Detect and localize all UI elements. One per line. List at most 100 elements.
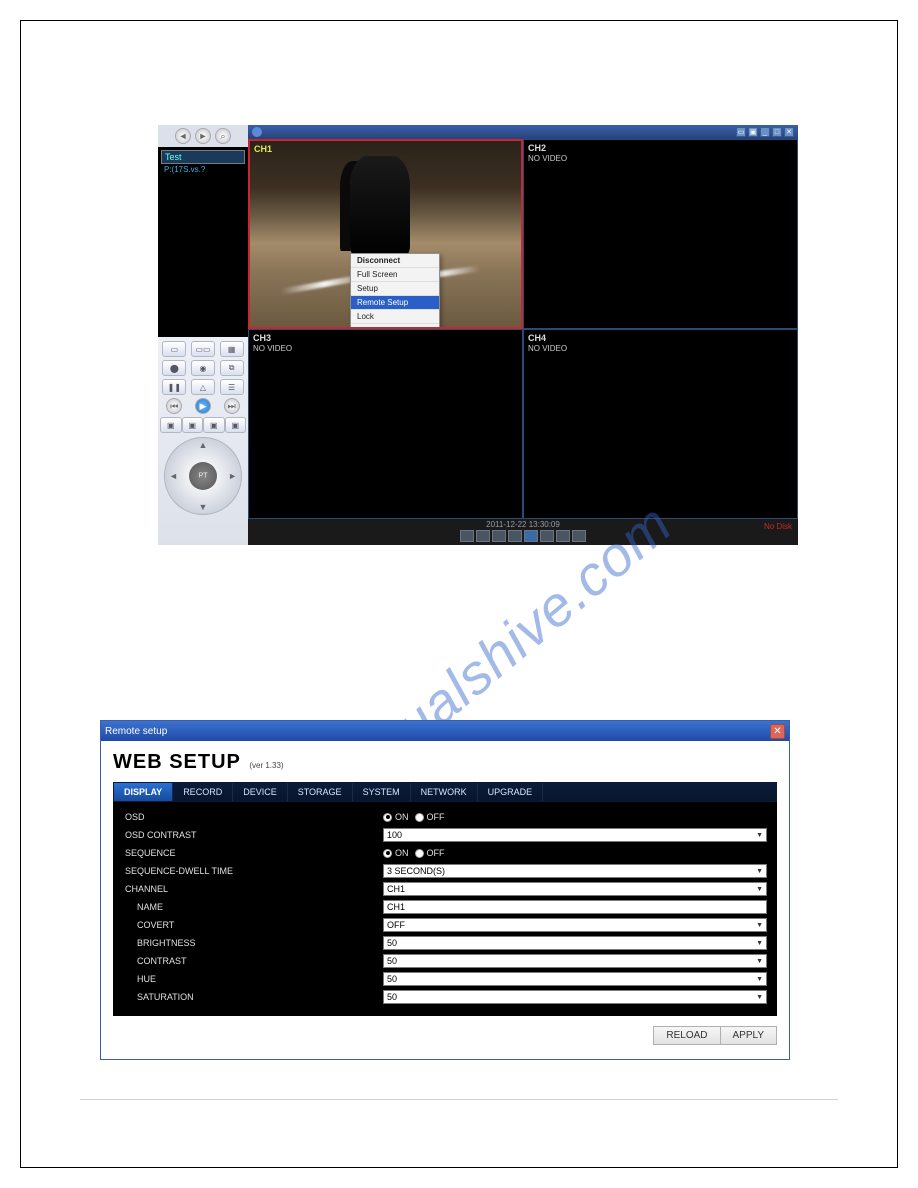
page-content: ◄ ► ⌕ Test P:(17S.vs.? ▭ ▭▭ ▦ ⬤ ◉ ⧉	[40, 40, 878, 1148]
tab-system[interactable]: SYSTEM	[353, 783, 411, 801]
channel-cell-3[interactable]: CH3 NO VIDEO	[248, 329, 523, 519]
control-button[interactable]: ▭▭	[191, 341, 215, 357]
window-button[interactable]: ▭	[736, 127, 746, 137]
ptz-control[interactable]: PT ▲ ▼ ◄ ►	[164, 437, 242, 515]
layout-button[interactable]	[556, 530, 570, 542]
covert-select[interactable]: OFF▼	[383, 918, 767, 932]
record-button[interactable]: ⬤	[162, 360, 186, 376]
tree-item[interactable]: P:(17S.vs.?	[161, 164, 245, 175]
pause-button[interactable]: ❚❚	[162, 379, 186, 395]
prev-button[interactable]: ⏮	[166, 398, 182, 414]
radio-on[interactable]: ON	[383, 848, 409, 858]
row-contrast: CONTRAST 50▼	[113, 952, 777, 970]
ptz-up-icon[interactable]: ▲	[199, 440, 208, 450]
channel-label: CH1	[254, 144, 272, 154]
chevron-down-icon: ▼	[756, 940, 763, 947]
chevron-down-icon: ▼	[756, 886, 763, 893]
remote-setup-title: Remote setup	[105, 726, 167, 737]
channel-cell-2[interactable]: CH2 NO VIDEO	[523, 139, 798, 329]
tab-storage[interactable]: STORAGE	[288, 783, 353, 801]
play-button[interactable]: ▶	[195, 398, 211, 414]
layout-button[interactable]	[572, 530, 586, 542]
window-button[interactable]: ▣	[748, 127, 758, 137]
chevron-down-icon: ▼	[756, 868, 763, 875]
chevron-down-icon: ▼	[756, 922, 763, 929]
maximize-icon[interactable]: □	[772, 127, 782, 137]
brightness-select[interactable]: 50▼	[383, 936, 767, 950]
row-saturation: SATURATION 50▼	[113, 988, 777, 1006]
apply-button[interactable]: APPLY	[721, 1026, 778, 1045]
cms-bottombar: No Disk 2011-12-22 13:30:09	[248, 519, 798, 545]
label-seq-dwell: SEQUENCE-DWELL TIME	[113, 866, 383, 876]
version-text: (ver 1.33)	[249, 761, 283, 770]
label-channel: CHANNEL	[113, 884, 383, 894]
control-button[interactable]: ▣	[182, 417, 204, 433]
close-icon[interactable]: ✕	[770, 724, 785, 739]
tab-display[interactable]: DISPLAY	[114, 783, 173, 801]
web-setup-heading: WEB SETUP (ver 1.33)	[113, 751, 777, 774]
ctx-item-disconnect[interactable]: Disconnect	[351, 254, 439, 268]
nav-button[interactable]: ◄	[175, 128, 191, 144]
row-brightness: BRIGHTNESS 50▼	[113, 934, 777, 952]
ctx-item-remote-setup[interactable]: Remote Setup	[351, 296, 439, 310]
ptz-down-icon[interactable]: ▼	[199, 502, 208, 512]
channel-select[interactable]: CH1▼	[383, 882, 767, 896]
contrast-select[interactable]: 50▼	[383, 954, 767, 968]
layout-buttons	[248, 530, 798, 542]
cms-viewer-app: ◄ ► ⌕ Test P:(17S.vs.? ▭ ▭▭ ▦ ⬤ ◉ ⧉	[158, 125, 798, 545]
site-tree[interactable]: Test P:(17S.vs.?	[158, 147, 248, 337]
snapshot-button[interactable]: ◉	[191, 360, 215, 376]
setup-tabs: DISPLAY RECORD DEVICE STORAGE SYSTEM NET…	[113, 782, 777, 802]
layout-button[interactable]	[492, 530, 506, 542]
channel-cell-4[interactable]: CH4 NO VIDEO	[523, 329, 798, 519]
remote-setup-titlebar[interactable]: Remote setup ✕	[101, 721, 789, 741]
osd-contrast-select[interactable]: 100▼	[383, 828, 767, 842]
close-icon[interactable]: ✕	[784, 127, 794, 137]
tab-upgrade[interactable]: UPGRADE	[478, 783, 544, 801]
tree-item[interactable]: Test	[161, 150, 245, 164]
radio-dot-icon	[383, 849, 392, 858]
control-button[interactable]: ▭	[162, 341, 186, 357]
search-icon[interactable]: ⌕	[215, 128, 231, 144]
control-button[interactable]: ▣	[225, 417, 247, 433]
control-button[interactable]: ▣	[203, 417, 225, 433]
layout-button[interactable]	[524, 530, 538, 542]
control-button[interactable]: ⧉	[220, 360, 244, 376]
chevron-down-icon: ▼	[756, 976, 763, 983]
row-osd-contrast: OSD CONTRAST 100▼	[113, 826, 777, 844]
chevron-down-icon: ▼	[756, 994, 763, 1001]
next-button[interactable]: ⏭	[224, 398, 240, 414]
ctx-item-lock[interactable]: Lock	[351, 310, 439, 324]
hue-select[interactable]: 50▼	[383, 972, 767, 986]
ptz-right-icon[interactable]: ►	[228, 471, 237, 481]
control-button[interactable]: △	[191, 379, 215, 395]
label-hue: HUE	[113, 974, 383, 984]
layout-button[interactable]	[540, 530, 554, 542]
name-input[interactable]: CH1	[383, 900, 767, 914]
ctx-item-setup[interactable]: Setup	[351, 282, 439, 296]
layout-button[interactable]	[460, 530, 474, 542]
ptz-left-icon[interactable]: ◄	[169, 471, 178, 481]
ptz-label: PT	[199, 473, 208, 480]
reload-button[interactable]: RELOAD	[653, 1026, 720, 1045]
tab-network[interactable]: NETWORK	[411, 783, 478, 801]
layout-button[interactable]	[476, 530, 490, 542]
tab-device[interactable]: DEVICE	[233, 783, 288, 801]
radio-off[interactable]: OFF	[415, 848, 445, 858]
label-contrast: CONTRAST	[113, 956, 383, 966]
control-button[interactable]: ☰	[220, 379, 244, 395]
tab-record[interactable]: RECORD	[173, 783, 233, 801]
channel-cell-1[interactable]: CH1 Disconnect Full Screen Setup Remote …	[248, 139, 523, 329]
radio-on[interactable]: ON	[383, 812, 409, 822]
nav-button[interactable]: ►	[195, 128, 211, 144]
seq-dwell-select[interactable]: 3 SECOND(S)▼	[383, 864, 767, 878]
control-button[interactable]: ▦	[220, 341, 244, 357]
control-button[interactable]: ▣	[160, 417, 182, 433]
saturation-select[interactable]: 50▼	[383, 990, 767, 1004]
label-sequence: SEQUENCE	[113, 848, 383, 858]
minimize-icon[interactable]: _	[760, 127, 770, 137]
ctx-item-fullscreen[interactable]: Full Screen	[351, 268, 439, 282]
radio-dot-icon	[383, 813, 392, 822]
layout-button[interactable]	[508, 530, 522, 542]
radio-off[interactable]: OFF	[415, 812, 445, 822]
